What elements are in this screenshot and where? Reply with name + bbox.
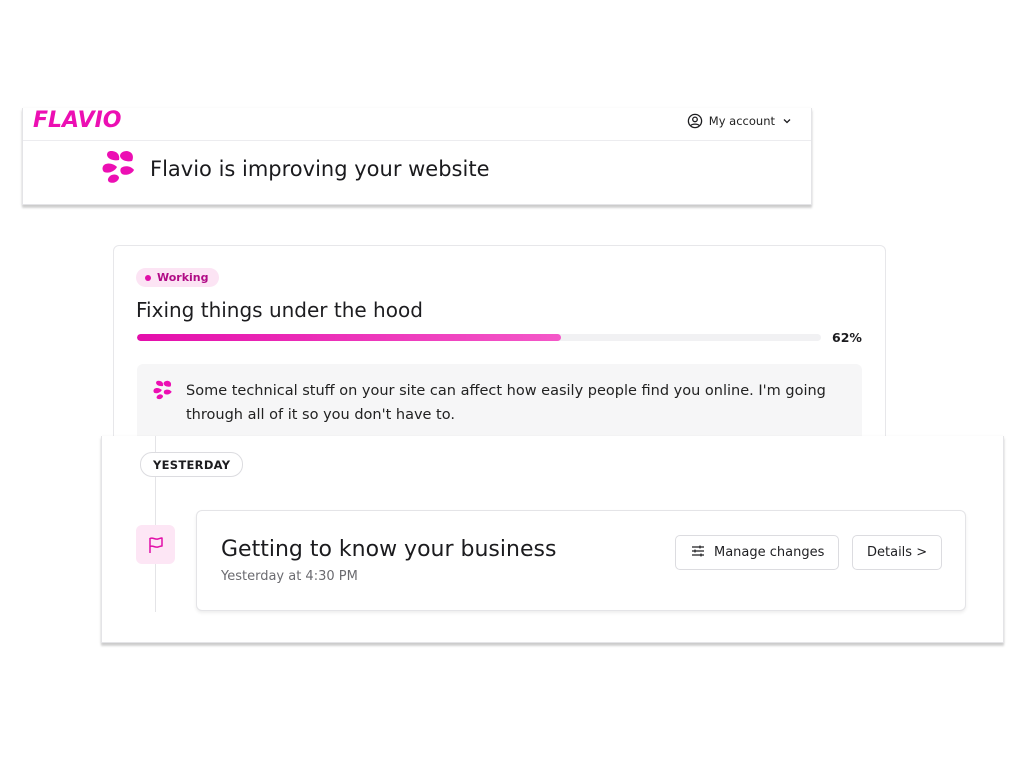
flavio-logo[interactable]: FLAVIO bbox=[33, 108, 122, 133]
event-time: Yesterday at 4:30 PM bbox=[221, 569, 358, 584]
sliders-icon bbox=[690, 543, 706, 563]
status-badge: Working bbox=[136, 268, 219, 287]
hero-title: Flavio is improving your website bbox=[150, 157, 490, 181]
my-account-label: My account bbox=[708, 114, 775, 128]
header-divider bbox=[23, 140, 811, 141]
user-circle-icon bbox=[687, 113, 703, 129]
status-dot-icon bbox=[145, 274, 151, 281]
hero-row: Flavio is improving your website bbox=[100, 148, 490, 190]
details-button[interactable]: Details > bbox=[852, 535, 943, 570]
event-card[interactable]: Getting to know your business Yesterday … bbox=[196, 510, 966, 611]
progress-percent: 62% bbox=[832, 330, 862, 345]
flag-icon bbox=[136, 525, 175, 564]
timeline-card: YESTERDAY Getting to know your business … bbox=[101, 436, 1004, 643]
status-card: Working Fixing things under the hood 62%… bbox=[113, 245, 886, 467]
my-account-menu[interactable]: My account bbox=[687, 113, 793, 129]
manage-changes-button[interactable]: Manage changes bbox=[675, 535, 840, 570]
manage-changes-label: Manage changes bbox=[714, 545, 825, 560]
chevron-down-icon bbox=[781, 115, 793, 127]
progress-fill bbox=[137, 334, 562, 341]
header-card: FLAVIO My account Flavio is improving yo… bbox=[22, 108, 812, 205]
status-title: Fixing things under the hood bbox=[136, 298, 423, 322]
status-badge-label: Working bbox=[157, 271, 209, 284]
flavio-flower-icon bbox=[100, 148, 138, 190]
day-pill: YESTERDAY bbox=[140, 452, 244, 477]
progress-bar bbox=[137, 334, 821, 341]
flavio-flower-icon bbox=[152, 379, 174, 405]
event-title: Getting to know your business bbox=[221, 537, 557, 562]
status-note-text: Some technical stuff on your site can af… bbox=[186, 383, 826, 423]
